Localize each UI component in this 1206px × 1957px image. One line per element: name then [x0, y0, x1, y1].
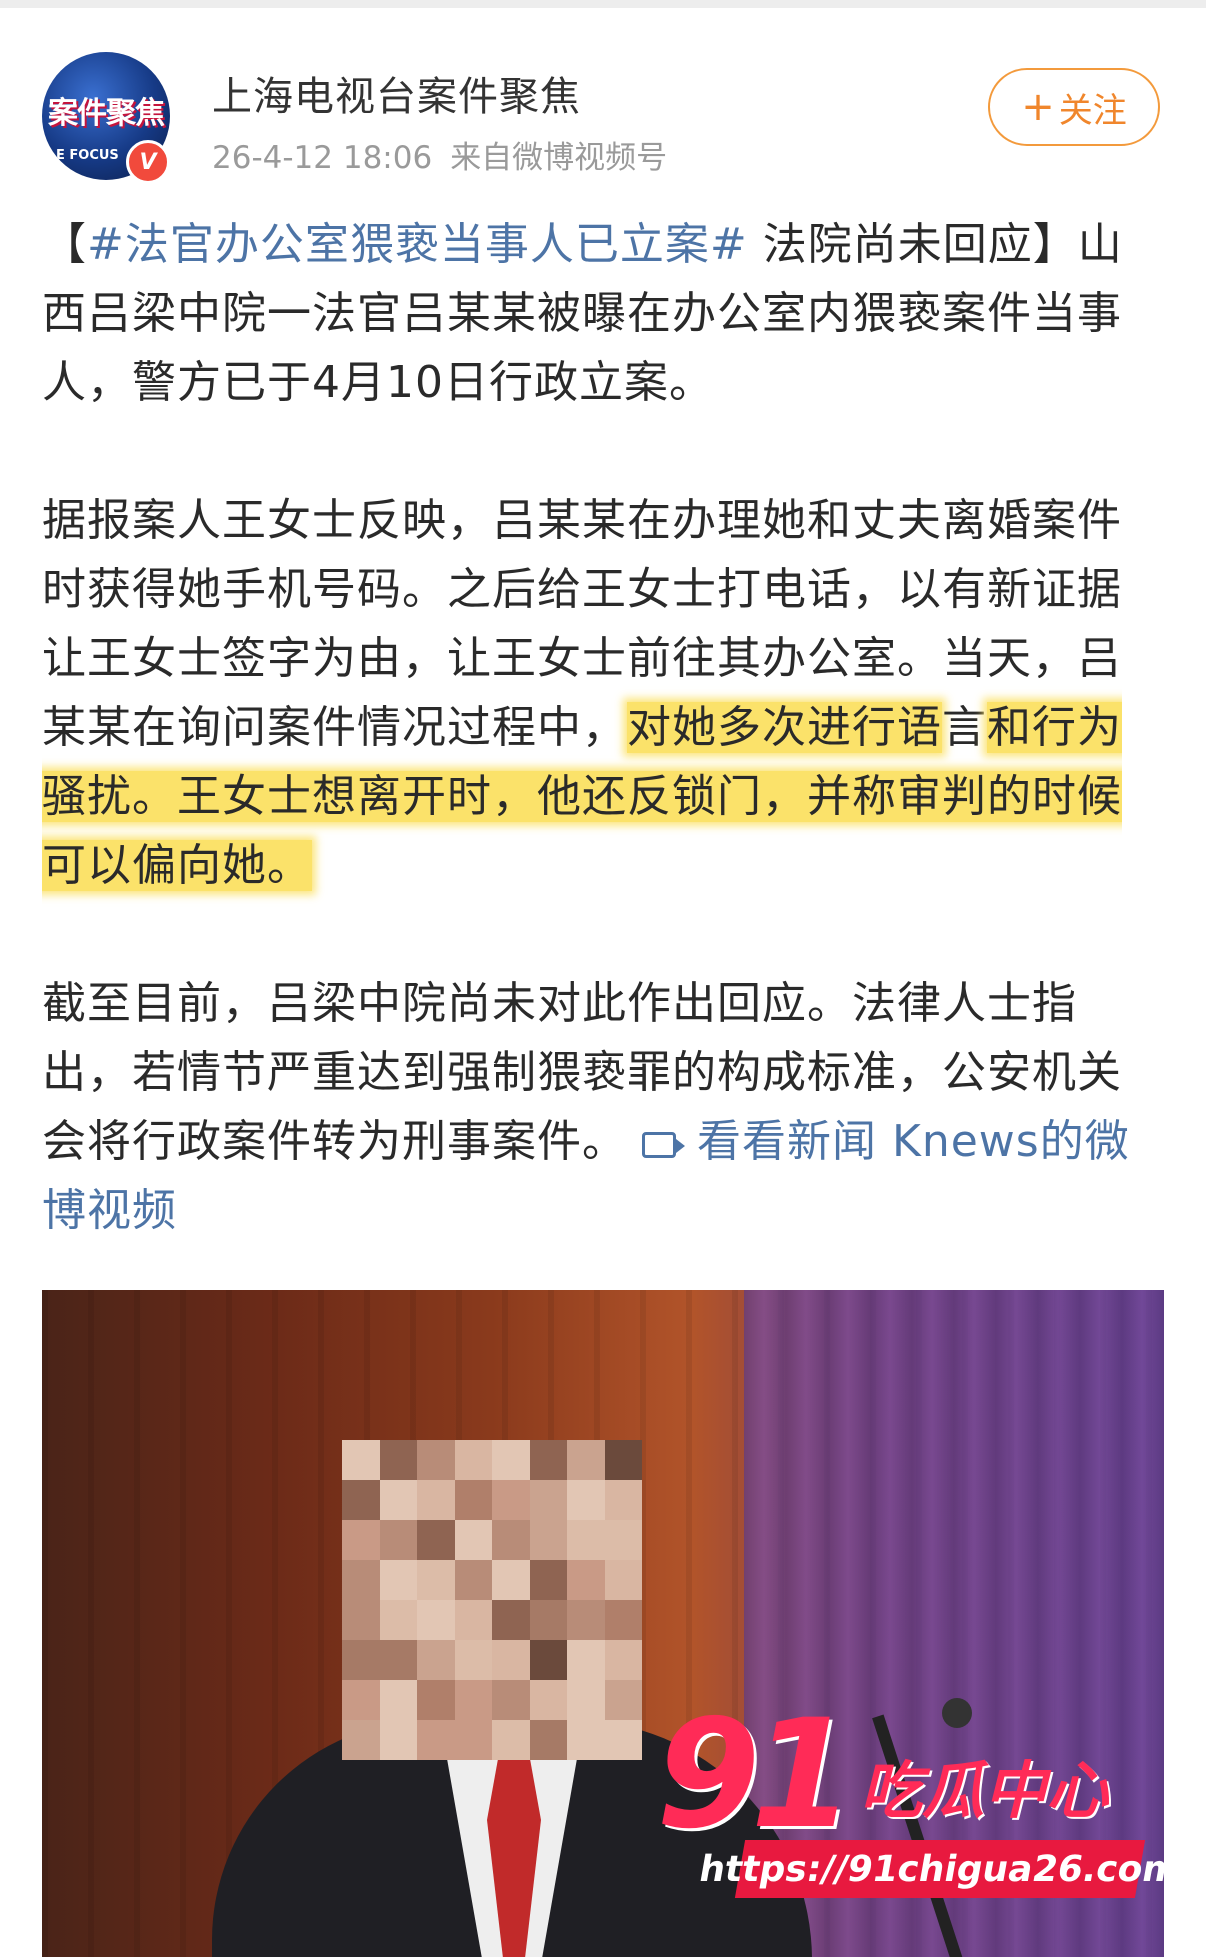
bracket-open: 【	[42, 219, 87, 270]
watermark-number: 91	[656, 1688, 855, 1862]
post-source[interactable]: 来自微博视频号	[450, 140, 667, 176]
follow-button[interactable]: + 关注	[988, 68, 1160, 146]
hashtag-link[interactable]: #法官办公室猥亵当事人已立案#	[87, 219, 748, 270]
top-divider	[0, 0, 1206, 8]
post-timestamp: 26-4-12 18:06	[212, 140, 433, 176]
plus-icon: +	[1021, 84, 1055, 130]
watermark-name: 吃瓜中心	[860, 1754, 1109, 1827]
paragraph-1: 【#法官办公室猥亵当事人已立案# 法院尚未回应】山西吕梁中院一法官吕某某被曝在办…	[42, 210, 1142, 417]
follow-label: 关注	[1058, 90, 1127, 131]
pixelated-face	[342, 1440, 642, 1760]
post-meta: 26-4-12 18:06 来自微博视频号	[212, 132, 667, 177]
microphone-head	[942, 1698, 972, 1728]
avatar-logo-subtext: E FOCUS	[56, 148, 119, 163]
account-name[interactable]: 上海电视台案件聚焦	[212, 64, 581, 122]
paragraph-3: 截至目前，吕梁中院尚未对此作出回应。法律人士指出，若情节严重达到强制猥亵罪的构成…	[42, 969, 1142, 1245]
post-content: 【#法官办公室猥亵当事人已立案# 法院尚未回应】山西吕梁中院一法官吕某某被曝在办…	[42, 210, 1142, 1245]
paragraph-2-plain-char: 言	[942, 702, 987, 753]
watermark-url: https://91chigua26.com	[696, 1840, 1184, 1898]
video-link-icon	[642, 1132, 685, 1158]
paragraph-2: 据报案人王女士反映，吕某某在办理她和丈夫离婚案件时获得她手机号码。之后给王女士打…	[42, 486, 1142, 900]
highlight-1: 对她多次进行语	[627, 702, 942, 753]
avatar-logo-text: 案件聚焦	[48, 96, 165, 131]
verified-icon: V	[126, 140, 170, 184]
